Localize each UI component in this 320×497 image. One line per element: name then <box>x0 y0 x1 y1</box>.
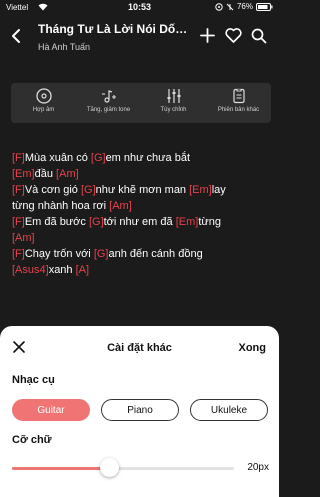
status-bar: Viettel 10:53 76% <box>0 0 279 16</box>
lyric-line: [Am] <box>12 230 274 246</box>
slider-fill <box>12 467 110 470</box>
lyric-line: [F]Và cơn gió [G]như khẽ mơn man [Em]lay <box>12 182 274 198</box>
chord[interactable]: [G] <box>81 184 96 196</box>
lyric-text: đầu <box>34 168 57 180</box>
lyric-text: lay <box>211 184 226 196</box>
lyric-line: [Asus4]xanh [A] <box>12 262 274 278</box>
chord[interactable]: [Em] <box>189 184 212 196</box>
toolbar-label: Phiên bản khác <box>217 107 260 113</box>
song-toolbar: Hợp âm Tăng, giảm tone Tùy chỉnh Phiên b… <box>11 83 271 123</box>
slider-thumb[interactable] <box>100 458 120 477</box>
document-icon <box>231 88 247 104</box>
lyric-line: từng nhành hoa rơi [Am] <box>12 198 274 214</box>
sliders-icon <box>166 88 182 104</box>
lyric-text: Chạy trốn với <box>24 248 94 260</box>
back-arrow-icon[interactable] <box>10 28 24 44</box>
add-icon[interactable] <box>200 28 215 48</box>
toolbar-item-transpose[interactable]: Tăng, giảm tone <box>76 83 141 123</box>
chord[interactable]: [Asus4] <box>12 264 49 276</box>
lyric-text: em như chưa bắt <box>105 152 191 164</box>
chord[interactable]: [F] <box>12 248 25 260</box>
chord[interactable]: [G] <box>89 216 104 228</box>
toolbar-label: Tùy chỉnh <box>160 107 187 113</box>
chord[interactable]: [Em] <box>176 216 199 228</box>
instrument-guitar-button[interactable]: Guitar <box>12 399 90 421</box>
sheet-title: Cài đặt khác <box>107 342 172 354</box>
chord[interactable]: [F] <box>12 152 25 164</box>
instrument-piano-button[interactable]: Piano <box>101 399 179 421</box>
lyric-text: từng <box>198 216 221 228</box>
lyric-line: [F]Chạy trốn với [G]anh đến cánh đồng <box>12 246 274 262</box>
lyric-text: từng nhành hoa rơi <box>12 200 110 212</box>
chord[interactable]: [Am] <box>12 232 35 244</box>
chord[interactable]: [A] <box>76 264 89 276</box>
lyric-text: Em đã bước <box>24 216 89 228</box>
chord[interactable]: [F] <box>12 184 25 196</box>
font-size-label: Cỡ chữ <box>12 434 52 446</box>
location-icon <box>215 2 223 11</box>
battery-icon <box>256 2 273 11</box>
lyric-line: [Em]đầu [Am] <box>12 166 274 182</box>
lyrics-block: [F]Mùa xuân có [G]em như chưa bắt [Em]đầu… <box>12 150 274 278</box>
lyric-text: Mùa xuân có <box>24 152 91 164</box>
battery-percent: 76% <box>236 2 253 11</box>
song-title: Tháng Tư Là Lời Nói Dối Củ... <box>38 22 190 36</box>
chord[interactable]: [Am] <box>56 168 79 180</box>
chord[interactable]: [Em] <box>12 168 35 180</box>
music-note-plus-minus-icon <box>101 88 117 104</box>
toolbar-item-other-versions[interactable]: Phiên bản khác <box>206 83 271 123</box>
toolbar-item-chords[interactable]: Hợp âm <box>11 83 76 123</box>
instrument-ukulele-button[interactable]: Ukuleke <box>190 399 268 421</box>
lyric-text: xanh <box>48 264 76 276</box>
song-header: Tháng Tư Là Lời Nói Dối Củ... Hà Anh Tuấ… <box>0 18 279 58</box>
toolbar-label: Tăng, giảm tone <box>86 107 131 113</box>
font-size-value: 20px <box>247 462 269 473</box>
toolbar-label: Hợp âm <box>32 107 55 113</box>
lyric-text: như khẽ mơn man <box>95 184 190 196</box>
lyric-text: tới như em đã <box>103 216 176 228</box>
lyric-line: [F]Em đã bước [G]tới như em đã [Em]từng <box>12 214 274 230</box>
chord[interactable]: [G] <box>94 248 109 260</box>
chord[interactable]: [G] <box>91 152 106 164</box>
toolbar-item-customize[interactable]: Tùy chỉnh <box>141 83 206 123</box>
instrument-label: Nhạc cụ <box>12 374 55 386</box>
heart-icon[interactable] <box>225 28 242 48</box>
chord[interactable]: [Am] <box>109 200 132 212</box>
lyric-line: [F]Mùa xuân có [G]em như chưa bắt <box>12 150 274 166</box>
song-artist[interactable]: Hà Anh Tuấn <box>38 42 90 52</box>
lyric-text: Và cơn gió <box>24 184 81 196</box>
font-size-slider[interactable] <box>12 467 234 470</box>
chord[interactable]: [F] <box>12 216 25 228</box>
settings-sheet: Cài đặt khác Xong Nhạc cụ Guitar Piano U… <box>0 326 279 497</box>
alarm-icon <box>226 3 234 11</box>
lyric-text: anh đến cánh đồng <box>108 248 203 260</box>
search-icon[interactable] <box>251 28 267 49</box>
disc-icon <box>35 88 52 104</box>
done-button[interactable]: Xong <box>239 342 267 354</box>
